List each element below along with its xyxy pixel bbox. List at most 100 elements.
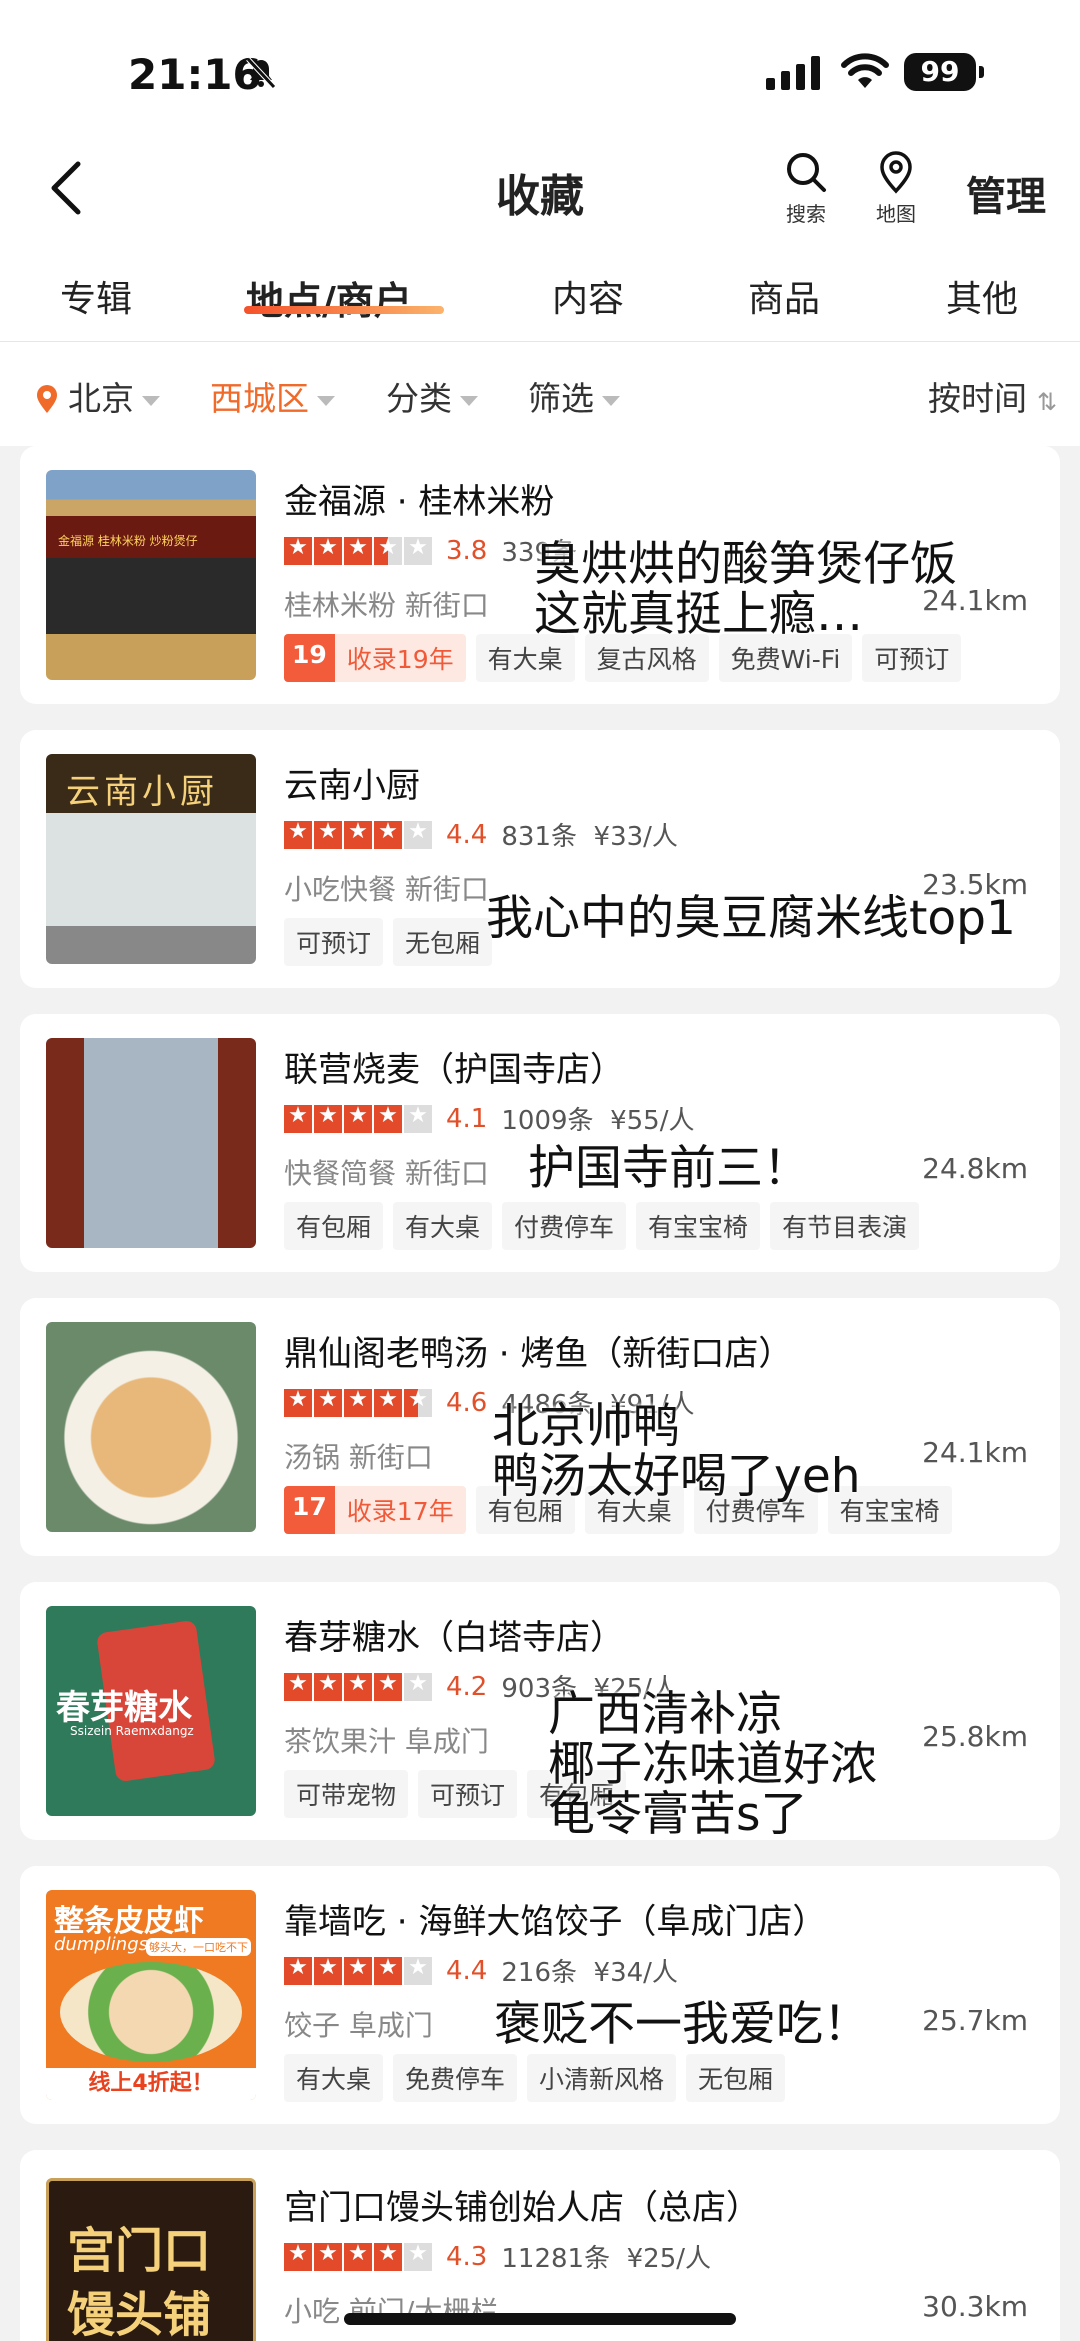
sort-label: 按时间 bbox=[928, 379, 1027, 418]
star-icon bbox=[404, 1103, 432, 1133]
shop-tag: 付费停车 bbox=[502, 1202, 627, 1250]
category-filter[interactable]: 分类 bbox=[386, 372, 478, 420]
shop-tag: 小清新风格 bbox=[527, 2054, 677, 2102]
years-number: 19 bbox=[284, 634, 335, 682]
shop-photo bbox=[46, 1038, 256, 1248]
map-button[interactable]: 地图 bbox=[856, 150, 936, 227]
star-icon bbox=[284, 819, 312, 849]
manage-button[interactable]: 管理 bbox=[966, 164, 1046, 222]
shop-rating: 4.1 1009条 ¥55/人 bbox=[284, 1100, 694, 1137]
star-icon bbox=[344, 535, 372, 565]
years-text: 收录19年 bbox=[334, 634, 466, 682]
shop-tag: 有大桌 bbox=[284, 2054, 384, 2102]
star-icon bbox=[404, 1387, 432, 1417]
star-icon bbox=[284, 1671, 312, 1701]
star-icon bbox=[404, 1671, 432, 1701]
annotation-line: 护国寺前三！ bbox=[528, 1141, 810, 1196]
star-icon bbox=[344, 1387, 372, 1417]
shop-tags: 可预订 无包厢 bbox=[284, 918, 493, 966]
shop-rating: 4.4 831条 ¥33/人 bbox=[284, 816, 678, 853]
star-icon bbox=[314, 1387, 342, 1417]
category-tabs: 专辑 地点/商户 内容 商品 其他 bbox=[0, 250, 1080, 342]
star-icon bbox=[404, 1955, 432, 1985]
star-icon bbox=[284, 535, 312, 565]
shop-distance: 25.7km bbox=[922, 2004, 1028, 2037]
search-label: 搜索 bbox=[786, 202, 826, 226]
shop-tag: 有节目表演 bbox=[770, 1202, 920, 1250]
shop-photo-subsign: 馒头铺 bbox=[67, 2287, 212, 2341]
shop-tag: 有宝宝椅 bbox=[636, 1202, 761, 1250]
star-icon bbox=[374, 2241, 402, 2271]
shop-tag: 有包厢 bbox=[284, 1202, 384, 1250]
nav-bar: 收藏 搜索 地图 管理 bbox=[0, 130, 1080, 250]
price-per-person: ¥25/人 bbox=[626, 2244, 711, 2274]
district-label: 西城区 bbox=[210, 379, 309, 418]
shop-distance: 24.8km bbox=[922, 1152, 1028, 1185]
review-count: 11281条 bbox=[501, 2244, 611, 2274]
star-icon bbox=[344, 1955, 372, 1985]
rating-stars bbox=[284, 535, 432, 565]
star-icon bbox=[374, 819, 402, 849]
star-icon bbox=[344, 1671, 372, 1701]
dumpling-plate bbox=[60, 1962, 242, 2062]
tab-albums[interactable]: 专辑 bbox=[60, 270, 132, 322]
active-tab-indicator bbox=[244, 306, 444, 314]
star-icon bbox=[314, 535, 342, 565]
star-icon bbox=[314, 2241, 342, 2271]
shop-name: 金福源 · 桂林米粉 bbox=[284, 482, 555, 522]
rating-score: 4.1 bbox=[446, 1103, 488, 1134]
annotation-line: 椰子冻味道好浓 bbox=[548, 1737, 877, 1792]
search-button[interactable]: 搜索 bbox=[766, 150, 846, 227]
shop-name: 靠墙吃 · 海鲜大馅饺子（阜成门店） bbox=[284, 1902, 827, 1942]
annotation-line: 我心中的臭豆腐米线top1 bbox=[486, 891, 1016, 946]
map-label: 地图 bbox=[876, 202, 916, 226]
rating-score: 3.8 bbox=[446, 535, 488, 566]
shop-distance: 24.1km bbox=[922, 1436, 1028, 1469]
star-icon bbox=[404, 819, 432, 849]
shop-photo: 春芽糖水 Ssizein Raemxdangz bbox=[46, 1606, 256, 1816]
years-number: 17 bbox=[284, 1486, 335, 1534]
star-icon bbox=[314, 819, 342, 849]
status-bar: 21:16 99 bbox=[0, 0, 1080, 130]
screen-filter[interactable]: 筛选 bbox=[528, 372, 620, 420]
star-icon bbox=[374, 1387, 402, 1417]
wifi-icon bbox=[841, 53, 889, 88]
star-icon bbox=[314, 1955, 342, 1985]
annotation-line: 龟苓膏苦s了 bbox=[548, 1787, 808, 1842]
shop-category-area: 快餐简餐 新街口 bbox=[284, 1157, 489, 1190]
city-filter[interactable]: 北京 bbox=[36, 372, 160, 420]
tab-places[interactable]: 地点/商户 bbox=[246, 270, 412, 325]
review-count: 831条 bbox=[501, 822, 577, 852]
shop-rating: 4.4 216条 ¥34/人 bbox=[284, 1952, 678, 1989]
shop-category-area: 桂林米粉 新街口 bbox=[284, 589, 489, 622]
shop-card[interactable]: 整条皮皮虾 dumplings 够头大，一口吃不下 线上4折起！ 靠墙吃 · 海… bbox=[20, 1866, 1060, 2124]
map-pin-icon bbox=[880, 151, 912, 194]
shop-card[interactable]: 云南小厨 云南小厨 4.4 831条 ¥33/人 小吃快餐 新街口 23.5km… bbox=[20, 730, 1060, 988]
annotation-line: 臭烘烘的酸笋煲仔饭 bbox=[534, 537, 957, 592]
star-icon bbox=[374, 535, 402, 565]
shop-category-area: 汤锅 新街口 bbox=[284, 1441, 433, 1474]
shop-photo-subsign: Ssizein Raemxdangz bbox=[70, 1724, 194, 1738]
star-icon bbox=[374, 1955, 402, 1985]
rating-score: 4.4 bbox=[446, 1955, 488, 1986]
rating-score: 4.2 bbox=[446, 1671, 488, 1702]
tab-content[interactable]: 内容 bbox=[552, 270, 624, 322]
tab-products[interactable]: 商品 bbox=[748, 270, 820, 322]
tab-other[interactable]: 其他 bbox=[946, 270, 1018, 322]
district-filter[interactable]: 西城区 bbox=[210, 372, 335, 420]
shop-tag: 有大桌 bbox=[393, 1202, 493, 1250]
shop-card[interactable]: 春芽糖水 Ssizein Raemxdangz 春芽糖水（白塔寺店） 4.2 9… bbox=[20, 1582, 1060, 1840]
star-icon bbox=[344, 819, 372, 849]
sort-filter[interactable]: 按时间 ⇅ bbox=[928, 372, 1057, 420]
shop-tag: 可预订 bbox=[284, 918, 384, 966]
annotation-text: 护国寺前三！ bbox=[528, 1144, 810, 1194]
shop-tags: 有包厢 有大桌 付费停车 有宝宝椅 有节目表演 bbox=[284, 1202, 920, 1250]
star-icon bbox=[404, 535, 432, 565]
home-indicator[interactable] bbox=[344, 2313, 736, 2325]
rating-stars bbox=[284, 2241, 432, 2271]
shop-name: 鼎仙阁老鸭汤 · 烤鱼（新街口店） bbox=[284, 1334, 793, 1374]
shop-photo-slogan: 够头大，一口吃不下 bbox=[146, 1938, 251, 1956]
shop-rating: 4.3 11281条 ¥25/人 bbox=[284, 2238, 711, 2275]
annotation-line: 这就真挺上瘾… bbox=[534, 587, 863, 642]
shop-category-area: 茶饮果汁 阜成门 bbox=[284, 1725, 489, 1758]
